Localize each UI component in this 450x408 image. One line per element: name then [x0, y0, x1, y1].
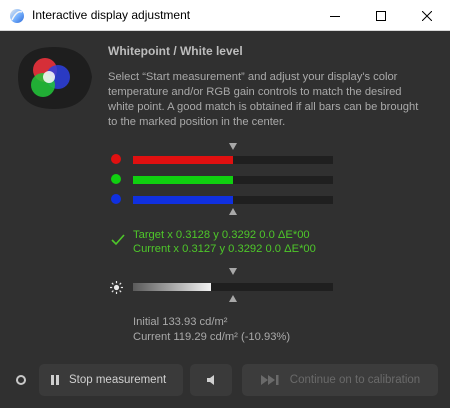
instructions-text: Select “Start measurement” and adjust yo…: [108, 71, 419, 128]
red-channel-icon: [111, 154, 121, 164]
red-bar-fill: [133, 156, 233, 164]
maximize-button[interactable]: [358, 0, 404, 31]
check-icon: [111, 234, 125, 246]
red-bar-track: [133, 156, 333, 164]
minimize-icon: [330, 15, 340, 17]
close-icon: [422, 10, 432, 21]
window-title: Interactive display adjustment: [32, 8, 191, 22]
skip-forward-icon: [260, 375, 279, 385]
blue-bar-track: [133, 196, 333, 204]
luminance-bar-fill: [133, 283, 211, 291]
sun-icon: [110, 281, 123, 294]
app-icon: [10, 9, 24, 23]
blue-bar-fill: [133, 196, 233, 204]
rgb-target-marker-bottom: [229, 208, 237, 215]
title-bar: Interactive display adjustment: [0, 0, 450, 31]
luminance-bar-track: [133, 283, 333, 291]
green-bar-fill: [133, 176, 233, 184]
luminance-target-marker-bottom: [229, 295, 237, 302]
current-luminance: Current 119.29 cd/m² (-10.93%): [133, 331, 291, 343]
green-channel-icon: [111, 174, 121, 184]
luminance-target-marker-top: [229, 268, 237, 275]
pause-icon: [51, 375, 60, 385]
minimize-button[interactable]: [312, 0, 358, 31]
maximize-icon: [376, 10, 386, 21]
status-ring-icon: [16, 375, 26, 385]
sound-button[interactable]: [190, 364, 232, 396]
speaker-icon: [207, 375, 214, 385]
blue-channel-icon: [111, 194, 121, 204]
current-line: Current x 0.3127 y 0.3292 0.0 ΔE*00: [133, 243, 316, 255]
luminance-readout: Initial 133.93 cd/m² Current 119.29 cd/m…: [133, 315, 290, 345]
target-line: Target x 0.3128 y 0.3292 0.0 ΔE*00: [133, 229, 310, 241]
continue-label: Continue on to calibration: [289, 374, 421, 386]
stop-measurement-button[interactable]: Stop measurement: [39, 364, 183, 396]
whitepoint-readout: Target x 0.3128 y 0.3292 0.0 ΔE*00 Curre…: [133, 228, 316, 256]
page-heading: Whitepoint / White level: [108, 44, 243, 58]
initial-luminance: Initial 133.93 cd/m²: [133, 316, 228, 328]
green-bar-track: [133, 176, 333, 184]
stop-measurement-label: Stop measurement: [69, 374, 167, 386]
rgb-circles-logo: [18, 47, 92, 109]
close-button[interactable]: [404, 0, 450, 31]
continue-to-calibration-button[interactable]: Continue on to calibration: [242, 364, 438, 396]
rgb-target-marker-top: [229, 143, 237, 150]
